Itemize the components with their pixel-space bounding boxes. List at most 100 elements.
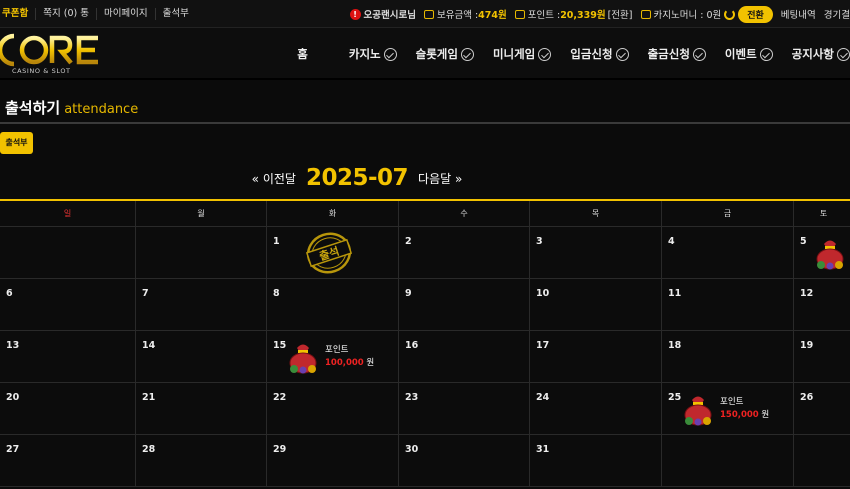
point-info: 포인트 : 20,339원 [전환] [514, 7, 633, 21]
day-number: 28 [142, 444, 156, 455]
calendar-day-cell[interactable]: 22 [267, 383, 399, 434]
day-number: 8 [273, 288, 280, 299]
day-number: 19 [800, 340, 814, 351]
betting-history-link[interactable]: 베팅내역 [781, 7, 816, 21]
calendar-day-cell[interactable]: 29 [267, 435, 399, 486]
calendar-day-cell[interactable] [794, 435, 850, 486]
calendar-day-cell[interactable]: 9 [399, 279, 530, 330]
calendar-day-cell[interactable]: 30 [399, 435, 530, 486]
calendar-day-cell[interactable]: 19 [794, 331, 850, 382]
calendar-day-cell[interactable]: 12 [794, 279, 850, 330]
nav-item-label: 미니게임 [492, 47, 536, 61]
calendar-day-cell[interactable]: 25 포인트 150,000 원 [662, 383, 794, 434]
nav-item[interactable]: 미니게임 [492, 46, 552, 62]
day-number: 30 [405, 444, 419, 455]
calendar-day-cell[interactable]: 5 [794, 227, 850, 278]
next-month-link[interactable]: 다음달 » [418, 170, 462, 187]
calendar-day-cell[interactable] [662, 435, 794, 486]
calendar-day-cell[interactable]: 6 [0, 279, 136, 330]
calendar-day-cell[interactable]: 20 [0, 383, 136, 434]
calendar-day-cell[interactable]: 23 [399, 383, 530, 434]
weekday-label: 수 [399, 201, 530, 226]
day-number: 1 [273, 236, 280, 247]
weekday-label: 목 [530, 201, 662, 226]
coupon-link[interactable]: 쿠폰함 [0, 7, 37, 20]
day-number: 23 [405, 392, 419, 403]
calendar-day-cell[interactable]: 15 포인트 100,000 원 [267, 331, 399, 382]
calendar-day-cell[interactable]: 11 [662, 279, 794, 330]
core-logo[interactable]: CASINO & SLOT [0, 30, 100, 76]
page-title-ko: 출석하기 [5, 99, 61, 117]
weekday-label: 일 [0, 201, 136, 226]
calendar-week: 13 14 15 포인트 100,000 원 16 17 18 19 [0, 331, 850, 383]
prev-month-link[interactable]: « 이전달 [252, 170, 296, 187]
calendar-week: 1 출석 2 3 4 5 [0, 227, 850, 279]
calendar-day-cell[interactable]: 1 출석 [267, 227, 399, 278]
calendar-day-cell[interactable]: 8 [267, 279, 399, 330]
day-number: 9 [405, 288, 412, 299]
message-link[interactable]: 쪽지 (0) 통 [36, 7, 97, 20]
day-number: 3 [536, 236, 543, 247]
calendar-day-cell[interactable]: 2 [399, 227, 530, 278]
calendar-day-cell[interactable]: 21 [136, 383, 267, 434]
nav-item-label: 슬롯게임 [415, 47, 458, 61]
point-icon [514, 9, 525, 19]
lucky-bag-icon [812, 235, 848, 271]
nav-item[interactable]: 입금신청 [570, 46, 629, 62]
balance-info: 보유금액 : 474원 [423, 7, 507, 21]
attendance-button[interactable]: 출석부 [0, 132, 33, 154]
nav-item[interactable]: 카지노 [349, 46, 397, 62]
game-result-link[interactable]: 경기결 [824, 7, 850, 21]
calendar-day-cell[interactable]: 18 [662, 331, 794, 382]
calendar-day-cell[interactable] [0, 227, 136, 278]
calendar-day-cell[interactable]: 14 [136, 331, 267, 382]
casino-money-info: 카지노머니 : 0원 [640, 7, 736, 21]
user-info: ! 오공랜시로님 [349, 7, 416, 21]
nav-item[interactable]: 홈 [297, 46, 308, 62]
calendar-day-cell[interactable]: 3 [530, 227, 662, 278]
nav-item[interactable]: 출금신청 [648, 46, 706, 62]
calendar-day-cell[interactable]: 31 [530, 435, 662, 486]
day-number: 31 [536, 444, 550, 455]
calendar-day-cell[interactable]: 17 [530, 331, 662, 382]
attendance-link[interactable]: 출석부 [156, 8, 196, 20]
convert-button[interactable]: 전환 [738, 5, 773, 23]
day-number: 6 [6, 288, 13, 299]
main-nav: 홈 카지노 슬롯게임 미니게임 입금신청 출금신청 이벤트 공지사항 [278, 28, 850, 80]
nav-item[interactable]: 이벤트 [725, 46, 773, 62]
weekday-label: 토 [794, 201, 850, 226]
reward-label: 포인트 [325, 345, 349, 355]
refresh-icon[interactable] [724, 8, 736, 20]
day-number: 20 [6, 392, 20, 403]
reward-info: 포인트 100,000 원 [325, 344, 374, 370]
reward-label: 포인트 [720, 397, 744, 407]
nav-item-label: 출금신청 [647, 47, 690, 61]
reward-unit: 원 [761, 410, 770, 420]
check-circle-icon [615, 47, 629, 61]
point-convert-link[interactable]: [전환] [608, 7, 633, 21]
calendar-day-cell[interactable]: 28 [136, 435, 267, 486]
calendar-day-cell[interactable]: 27 [0, 435, 136, 486]
calendar-day-cell[interactable]: 13 [0, 331, 136, 382]
calendar-day-cell[interactable] [136, 227, 267, 278]
day-number: 11 [668, 288, 682, 299]
balance-value: 474원 [478, 10, 507, 21]
calendar-day-cell[interactable]: 26 [794, 383, 850, 434]
day-number: 16 [405, 340, 419, 351]
calendar-day-cell[interactable]: 7 [136, 279, 267, 330]
nav-item-label: 입금신청 [570, 47, 613, 61]
calendar-day-cell[interactable]: 4 [662, 227, 794, 278]
calendar-week: 6 7 8 9 10 11 12 [0, 279, 850, 331]
nav-item[interactable]: 슬롯게임 [416, 46, 474, 62]
calendar-day-cell[interactable]: 10 [530, 279, 662, 330]
day-number: 29 [273, 444, 287, 455]
current-month: 2025-07 [305, 165, 409, 191]
nav-item[interactable]: 공지사항 [792, 46, 850, 62]
mypage-link[interactable]: 마이페이지 [97, 7, 156, 20]
stamp-text: 출석 [317, 244, 341, 264]
weekday-header: 일월화수목금토 [0, 201, 850, 227]
calendar-day-cell[interactable]: 24 [530, 383, 662, 434]
attendance-calendar: 일 월 화 수 목 금 토 1 출석 2 3 4 5 6 7 8 9 10 11 12 13 14 15 포인트 100,000… [0, 199, 850, 487]
calendar-day-cell[interactable]: 16 [399, 331, 530, 382]
day-number: 10 [536, 288, 550, 299]
